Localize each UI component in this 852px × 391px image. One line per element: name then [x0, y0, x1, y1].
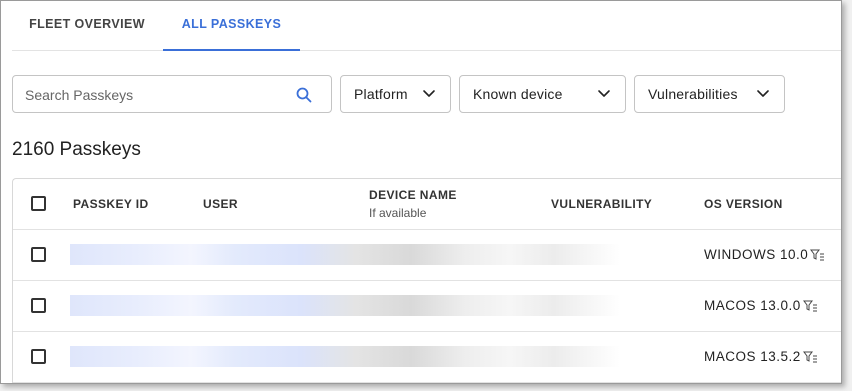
table-row[interactable]: WINDOWS 10.0: [13, 230, 841, 281]
known-device-dropdown[interactable]: Known device: [459, 75, 626, 113]
tab-all-passkeys[interactable]: ALL PASSKEYS: [163, 1, 300, 51]
known-device-dropdown-label: Known device: [473, 86, 563, 102]
os-version-value: MACOS 13.0.0: [704, 298, 801, 313]
redacted-row-content: [70, 346, 620, 367]
chevron-down-icon: [423, 90, 435, 97]
column-header-passkey-id[interactable]: PASSKEY ID: [73, 197, 149, 211]
redacted-row-content: [70, 295, 620, 316]
search-box: [12, 75, 332, 113]
passkeys-table: PASSKEY ID USER DEVICE NAME If available…: [12, 178, 841, 383]
column-header-vulnerability[interactable]: VULNERABILITY: [551, 197, 652, 211]
os-version-value: WINDOWS 10.0: [704, 247, 809, 262]
passkeys-window: FLEET OVERVIEW ALL PASSKEYS Platform Kno…: [0, 0, 842, 384]
vulnerabilities-dropdown[interactable]: Vulnerabilities: [634, 75, 785, 113]
tab-fleet-overview[interactable]: FLEET OVERVIEW: [12, 1, 162, 51]
column-header-user[interactable]: USER: [203, 197, 238, 211]
platform-dropdown-label: Platform: [354, 86, 408, 102]
row-checkbox[interactable]: [31, 298, 46, 313]
search-icon[interactable]: [295, 86, 313, 104]
column-header-device-name-subtitle: If available: [369, 206, 427, 220]
search-input[interactable]: [25, 85, 285, 105]
passkey-count: 2160 Passkeys: [12, 139, 141, 160]
chevron-down-icon: [757, 90, 769, 97]
table-header-row: PASSKEY ID USER DEVICE NAME If available…: [13, 179, 841, 230]
os-version-value: MACOS 13.5.2: [704, 349, 801, 364]
redacted-row-content: [70, 244, 620, 265]
filter-icon[interactable]: [803, 300, 817, 312]
table-row[interactable]: MACOS 13.0.0: [13, 281, 841, 332]
column-header-device-name[interactable]: DEVICE NAME: [369, 188, 457, 202]
vulnerabilities-dropdown-label: Vulnerabilities: [648, 86, 738, 102]
row-checkbox[interactable]: [31, 349, 46, 364]
chevron-down-icon: [598, 90, 610, 97]
tab-bar: FLEET OVERVIEW ALL PASSKEYS: [12, 1, 841, 51]
column-header-os-version[interactable]: OS VERSION: [704, 197, 783, 211]
filter-icon[interactable]: [803, 351, 817, 363]
row-checkbox[interactable]: [31, 247, 46, 262]
table-row[interactable]: MACOS 13.5.2: [13, 332, 841, 383]
filter-icon[interactable]: [810, 249, 824, 261]
platform-dropdown[interactable]: Platform: [340, 75, 451, 113]
select-all-checkbox[interactable]: [31, 196, 46, 211]
